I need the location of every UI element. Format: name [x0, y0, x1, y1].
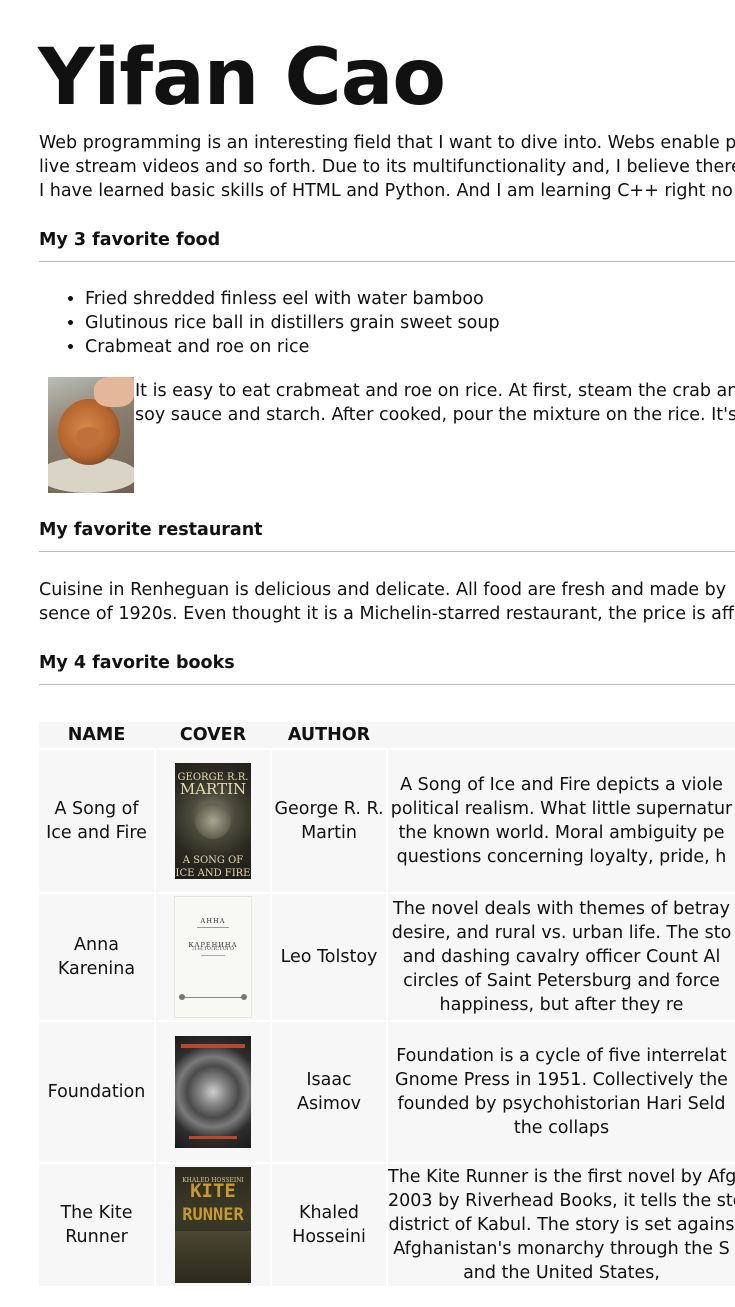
book-author: Martin — [301, 823, 357, 843]
page: Yifan Cao Web programming is an interest… — [0, 0, 735, 1307]
books-heading: My 4 favorite books — [39, 653, 235, 673]
book-name: Runner — [65, 1227, 128, 1247]
book-author: Leo Tolstoy — [280, 947, 378, 967]
desc-line: Foundation is a cycle of five interrelat — [396, 1046, 727, 1066]
book-cover-cell — [156, 1022, 270, 1162]
book-cover-image — [175, 1036, 251, 1148]
desc-line: 2003 by Riverhead Books, it tells the st… — [388, 1191, 735, 1211]
list-item: Fried shredded finless eel with water ba… — [85, 287, 500, 311]
book-name: Foundation — [47, 1082, 146, 1102]
food-divider — [39, 261, 735, 262]
book-author-cell: George R. R. Martin — [272, 750, 386, 892]
book-author: Khaled — [298, 1203, 360, 1223]
page-title: Yifan Cao — [38, 33, 446, 123]
book-author: Isaac — [306, 1070, 352, 1090]
list-item: Crabmeat and roe on rice — [85, 335, 500, 359]
desc-line: district of Kabul. The story is set agai… — [388, 1215, 735, 1235]
intro-line-2: live stream videos and so forth. Due to … — [39, 157, 735, 177]
book-cover-image: GEORGE R.R. MARTIN A SONG OF ICE AND FIR… — [175, 763, 251, 879]
book-name-cell: Anna Karenina — [39, 894, 154, 1020]
desc-line: circles of Saint Petersburg and force — [403, 971, 720, 991]
book-author-cell: Khaled Hosseini — [272, 1164, 386, 1286]
food-heading: My 3 favorite food — [39, 230, 221, 250]
desc-line: Gnome Press in 1951. Collectively the — [395, 1070, 728, 1090]
column-header-author: AUTHOR — [287, 725, 371, 745]
desc-line: The Kite Runner is the first novel by Af… — [388, 1167, 735, 1187]
book-name: A Song of — [54, 799, 139, 819]
food-list: Fried shredded finless eel with water ba… — [39, 287, 500, 359]
list-item: Glutinous rice ball in distillers grain … — [85, 311, 500, 335]
desc-line: and the United States, — [463, 1263, 660, 1283]
restaurant-line-2: sence of 1920s. Even thought it is a Mic… — [39, 604, 735, 624]
book-description-cell: The novel deals with themes of betray de… — [388, 894, 735, 1020]
desc-line: A Song of Ice and Fire depicts a viole — [400, 775, 723, 795]
book-description-cell: A Song of Ice and Fire depicts a viole p… — [388, 750, 735, 892]
intro-line-1: Web programming is an interesting field … — [39, 133, 735, 153]
book-author: Asimov — [296, 1094, 362, 1114]
book-author: Hosseini — [292, 1227, 366, 1247]
desc-line: happiness, but after they re — [439, 995, 684, 1015]
book-name: Karenina — [57, 959, 136, 979]
book-cover-cell: GEORGE R.R. MARTIN A SONG OF ICE AND FIR… — [156, 750, 270, 892]
book-cover-image: АННА КАРЕНИНА Л.Н.ТОЛСТОГО — [174, 896, 252, 1018]
book-description-cell: Foundation is a cycle of five interrelat… — [388, 1022, 735, 1162]
book-name-cell: A Song of Ice and Fire — [39, 750, 154, 892]
desc-line: The novel deals with themes of betray — [393, 899, 730, 919]
restaurant-line-1: Cuisine in Renheguan is delicious and de… — [39, 580, 727, 600]
restaurant-heading: My favorite restaurant — [39, 520, 263, 540]
book-cover-cell: АННА КАРЕНИНА Л.Н.ТОЛСТОГО — [156, 894, 270, 1020]
book-name-cell: Foundation — [39, 1022, 154, 1162]
desc-line: questions concerning loyalty, pride, h — [396, 847, 727, 867]
book-name-cell: The Kite Runner — [39, 1164, 154, 1286]
desc-line: desire, and rural vs. urban life. The st… — [391, 923, 732, 943]
desc-line: the collaps — [513, 1118, 610, 1138]
book-name: Anna — [74, 935, 119, 955]
book-cover-cell: KHALED HOSSEINI KITE RUNNER — [156, 1164, 270, 1286]
crabmeat-photo — [48, 377, 134, 493]
book-description-cell: The Kite Runner is the first novel by Af… — [388, 1164, 735, 1286]
desc-line: Afghanistan's monarchy through the S — [393, 1239, 730, 1259]
book-name: Ice and Fire — [46, 823, 147, 843]
book-name: The Kite — [60, 1203, 133, 1223]
desc-line: the known world. Moral ambiguity pe — [398, 823, 725, 843]
book-author: George R. R. — [274, 799, 384, 819]
book-author-cell: Isaac Asimov — [272, 1022, 386, 1162]
food-text-line-2: soy sauce and starch. After cooked, pour… — [135, 405, 735, 425]
intro-line-3: I have learned basic skills of HTML and … — [39, 181, 733, 201]
book-author-cell: Leo Tolstoy — [272, 894, 386, 1020]
food-text-line-1: It is easy to eat crabmeat and roe on ri… — [135, 381, 735, 401]
books-divider — [39, 684, 735, 685]
desc-line: political realism. What little supernatu… — [390, 799, 733, 819]
restaurant-divider — [39, 551, 735, 552]
desc-line: founded by psychohistorian Hari Seld — [397, 1094, 726, 1114]
book-cover-image: KHALED HOSSEINI KITE RUNNER — [175, 1167, 251, 1283]
column-header-name: NAME — [67, 725, 126, 745]
column-header-cover: COVER — [179, 725, 247, 745]
desc-line: and dashing cavalry officer Count Al — [402, 947, 721, 967]
